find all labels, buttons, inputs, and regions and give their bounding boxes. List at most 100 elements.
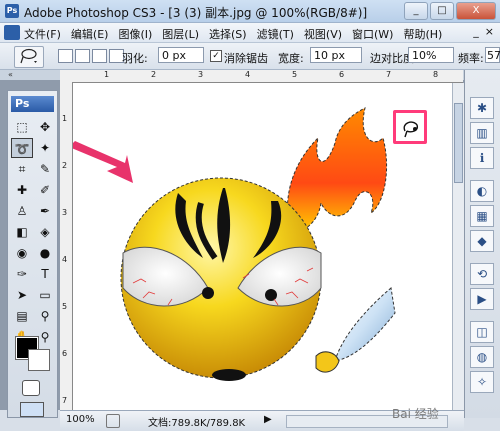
ruler-label: 1	[104, 70, 110, 79]
shape-tool-icon[interactable]: ▭	[34, 285, 56, 305]
antialias-checkbox[interactable]: ✓	[210, 50, 222, 62]
knife-handle	[315, 351, 340, 373]
dodge-tool-icon[interactable]: ●	[34, 243, 56, 263]
options-bar: 羽化: 0 px ✓ 消除锯齿 宽度: 10 px 边对比度: 10% 频率: …	[0, 43, 500, 70]
marquee-tool-icon[interactable]: ⬚	[11, 117, 33, 137]
mouth	[212, 369, 246, 381]
new-selection-button[interactable]	[58, 49, 73, 63]
title-bar: Ps Adobe Photoshop CS3 - [3 (3) 副本.jpg @…	[0, 0, 500, 23]
menu-view[interactable]: 视图(V)	[304, 26, 342, 42]
background-color-swatch[interactable]	[28, 349, 50, 371]
maximize-button[interactable]: □	[430, 2, 454, 20]
history-panel-icon[interactable]: ⟲	[470, 263, 494, 285]
window-title: Adobe Photoshop CS3 - [3 (3) 副本.jpg @ 10…	[24, 6, 368, 20]
move-tool-icon[interactable]: ✥	[34, 117, 56, 137]
actions-panel-icon[interactable]: ▶	[470, 288, 494, 310]
clone-stamp-icon[interactable]: ♙	[11, 201, 33, 221]
feather-input[interactable]: 0 px	[158, 47, 204, 63]
slice-tool-icon[interactable]: ✎	[34, 159, 56, 179]
menu-file[interactable]: 文件(F)	[24, 26, 61, 42]
frequency-input[interactable]: 57	[485, 47, 500, 63]
antialias-label: 消除锯齿	[224, 52, 268, 65]
magnetic-lasso-icon	[20, 48, 37, 64]
type-tool-icon[interactable]: T	[34, 264, 56, 284]
width-label: 宽度:	[278, 52, 304, 65]
brush-tool-icon[interactable]: ✐	[34, 180, 56, 200]
info-panel-icon[interactable]: ℹ	[470, 147, 494, 169]
menu-help[interactable]: 帮助(H)	[403, 26, 442, 42]
close-button[interactable]: X	[456, 2, 496, 20]
cursor-highlight-box	[393, 110, 427, 144]
quick-mask-icon[interactable]	[22, 380, 40, 396]
panel-dock: ✱ ▥ ℹ ◐ ▦ ◆ ⟲ ▶ ◫ ◍ ✧	[464, 70, 500, 418]
photoshop-app-icon: Ps	[5, 4, 19, 18]
layers-panel-icon[interactable]: ◫	[470, 321, 494, 343]
width-input[interactable]: 10 px	[310, 47, 362, 63]
crop-tool-icon[interactable]: ⌗	[11, 159, 33, 179]
doc-close-button[interactable]: ×	[485, 25, 494, 38]
paths-panel-icon[interactable]: ✧	[470, 371, 494, 393]
pupil-right	[265, 289, 277, 301]
vertical-ruler: 1 2 3 4 5 6 7	[60, 82, 73, 410]
magic-wand-tool-icon[interactable]: ✦	[34, 138, 56, 158]
menu-window[interactable]: 窗口(W)	[352, 26, 393, 42]
window-controls: _ □ X	[404, 2, 496, 20]
ruler-label: 5	[292, 70, 298, 79]
notes-tool-icon[interactable]: ▤	[11, 306, 33, 326]
vertical-scrollbar[interactable]	[452, 83, 464, 410]
tool-preset-picker[interactable]	[14, 46, 44, 68]
navigator-panel-icon[interactable]: ✱	[470, 97, 494, 119]
menu-bar: 文件(F) 编辑(E) 图像(I) 图层(L) 选择(S) 滤镜(T) 视图(V…	[0, 23, 500, 43]
selection-mode-buttons	[58, 49, 124, 63]
menu-layer[interactable]: 图层(L)	[162, 26, 199, 42]
document-size: 文档:789.8K/789.8K	[148, 418, 246, 429]
zoom-level[interactable]: 100%	[66, 414, 95, 425]
color-panel-icon[interactable]: ◐	[470, 180, 494, 202]
edge-contrast-input[interactable]: 10%	[408, 47, 454, 63]
add-selection-button[interactable]	[75, 49, 90, 63]
channels-panel-icon[interactable]: ◍	[470, 346, 494, 368]
menu-filter[interactable]: 滤镜(T)	[257, 26, 294, 42]
document-controls: _ ×	[473, 25, 494, 38]
menu-select[interactable]: 选择(S)	[209, 26, 247, 42]
pupil-left	[202, 287, 214, 299]
zoom-icon[interactable]	[106, 414, 120, 428]
subtract-selection-button[interactable]	[92, 49, 107, 63]
blur-tool-icon[interactable]: ◉	[11, 243, 33, 263]
feather-label: 羽化:	[122, 52, 148, 65]
styles-panel-icon[interactable]: ◆	[470, 230, 494, 252]
swatches-panel-icon[interactable]: ▦	[470, 205, 494, 227]
ruler-label: 4	[62, 255, 68, 264]
toolbox-logo: Ps	[11, 96, 54, 112]
collapse-toolbox-icon[interactable]: «	[8, 70, 13, 79]
history-brush-icon[interactable]: ✒	[34, 201, 56, 221]
ruler-label: 8	[433, 70, 439, 79]
ruler-label: 3	[198, 70, 204, 79]
menu-image[interactable]: 图像(I)	[118, 26, 152, 42]
healing-brush-icon[interactable]: ✚	[11, 180, 33, 200]
ruler-label: 3	[62, 208, 68, 217]
menu-items: 文件(F) 编辑(E) 图像(I) 图层(L) 选择(S) 滤镜(T) 视图(V…	[24, 26, 442, 42]
ruler-label: 7	[386, 70, 392, 79]
ruler-label: 5	[62, 302, 68, 311]
path-select-icon[interactable]: ➤	[11, 285, 33, 305]
paint-bucket-icon[interactable]: ◈	[34, 222, 56, 242]
watermark: Bai 经验	[392, 407, 439, 421]
histogram-panel-icon[interactable]: ▥	[470, 122, 494, 144]
eraser-tool-icon[interactable]: ◧	[11, 222, 33, 242]
screen-mode-icon[interactable]	[20, 402, 44, 417]
minimize-button[interactable]: _	[404, 2, 428, 20]
eyedropper-tool-icon[interactable]: ⚲	[34, 306, 56, 326]
ruler-label: 6	[339, 70, 345, 79]
scroll-thumb[interactable]	[454, 103, 463, 183]
tool-grid: ⬚ ✥ ➰ ✦ ⌗ ✎ ✚ ✐ ♙ ✒ ◧ ◈ ◉ ● ✑ T ➤ ▭ ▤ ⚲ …	[11, 117, 56, 347]
lasso-tool-icon[interactable]: ➰	[11, 138, 33, 158]
status-menu-arrow-icon[interactable]: ▶	[264, 414, 272, 425]
flame-shape	[287, 107, 388, 234]
menu-edit[interactable]: 编辑(E)	[71, 26, 109, 42]
doc-minimize-button[interactable]: _	[473, 25, 479, 38]
frequency-label: 频率:	[458, 52, 484, 65]
document-icon[interactable]	[4, 25, 20, 40]
knife-blade	[334, 287, 396, 362]
pen-tool-icon[interactable]: ✑	[11, 264, 33, 284]
